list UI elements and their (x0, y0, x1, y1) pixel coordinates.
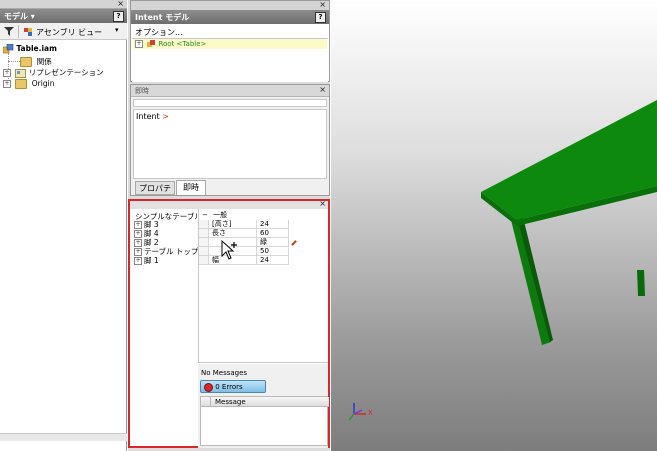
assembly-view-icon (24, 28, 32, 36)
tab-properties[interactable]: プロパティ (135, 181, 175, 206)
assembly-icon (147, 40, 156, 47)
property-row[interactable]: 緑 (199, 238, 299, 247)
tree-item-label: Table.iam (16, 44, 57, 53)
immediate-input-strip[interactable] (133, 99, 327, 107)
row-gutter (199, 247, 209, 256)
row-gutter (199, 238, 209, 247)
expand-icon[interactable]: + (135, 40, 143, 48)
model-browser-titlebar: モデル ▾ ? (0, 9, 127, 23)
representations-icon (15, 68, 27, 78)
intent-model-title: Intent モデル (135, 13, 190, 22)
errors-label: 0 Errors (215, 383, 243, 391)
immediate-panel: 即時 × Intent > プロパティ 即時 (130, 84, 330, 206)
prompt-caret-icon: > (162, 112, 169, 121)
error-icon (204, 382, 213, 392)
close-icon[interactable]: × (117, 0, 124, 8)
tree-item-representations[interactable]: + リプレゼンテーション (3, 67, 104, 78)
assembly-view-dropdown[interactable]: アセンブリ ビュー (36, 27, 102, 38)
model-browser-title[interactable]: モデル ▾ (4, 11, 35, 22)
table-leg (511, 218, 551, 345)
panel-scrollbar-track (0, 433, 127, 441)
immediate-titlebar: 即時 × (131, 85, 329, 97)
close-icon[interactable]: × (319, 85, 326, 94)
tree-item-table-iam[interactable]: Table.iam (2, 43, 57, 54)
group-header[interactable]: − 一般 (199, 210, 329, 219)
close-icon[interactable]: × (319, 0, 326, 9)
part-item[interactable]: + 脚 1 (134, 255, 159, 266)
errors-button[interactable]: 0 Errors (200, 380, 266, 393)
chevron-down-icon[interactable]: ▾ (115, 26, 119, 34)
design-panel: × シンプルなテーブル + 脚 3 + 脚 4 + 脚 2 + テーブル トップ + 脚 … (128, 199, 330, 448)
help-icon[interactable]: ? (113, 11, 124, 22)
tree-item-label: リプレゼンテーション (28, 68, 104, 77)
help-icon[interactable]: ? (315, 12, 326, 23)
panel-top-strip: × (131, 0, 329, 10)
message-header-label: Message (215, 398, 246, 406)
property-row[interactable]: 幅 24 (199, 256, 299, 265)
expand-icon[interactable]: + (3, 80, 11, 88)
row-gutter (199, 229, 209, 238)
folder-icon (15, 79, 28, 89)
panel-top-strip: × (0, 0, 127, 9)
model-browser-toolbar: アセンブリ ビュー ▾ (0, 23, 127, 40)
no-messages-label: No Messages (201, 369, 248, 377)
property-grid: − 一般 [高さ] 24 長さ 60 緑 50 幅 24 (198, 209, 328, 363)
expand-icon[interactable]: + (3, 69, 11, 77)
property-row[interactable]: 長さ 60 (199, 229, 299, 238)
toolbar-separator (18, 25, 19, 38)
immediate-title: 即時 (135, 87, 149, 95)
collapse-icon[interactable]: − (202, 211, 208, 219)
table-top (481, 100, 657, 220)
tree-item-root[interactable]: + Root <Table> (133, 39, 327, 49)
property-value[interactable]: 24 (257, 256, 289, 265)
row-gutter (199, 256, 209, 265)
tree-item-label: Origin (31, 79, 55, 88)
message-column-header[interactable]: Message (201, 397, 329, 407)
axis-triad-icon (348, 403, 366, 421)
property-name: 長さ (209, 229, 257, 238)
panel-top-strip: × (130, 199, 328, 209)
tree-item-relationships[interactable]: 関係 (8, 56, 52, 67)
cursor-icon (221, 240, 237, 260)
header-spacer (201, 397, 211, 407)
prompt-text: Intent (136, 112, 160, 121)
property-value[interactable]: 緑 (257, 238, 289, 247)
options-menu[interactable]: オプション... (135, 27, 183, 38)
table-model[interactable] (331, 0, 657, 451)
property-value[interactable]: 60 (257, 229, 289, 238)
group-label: 一般 (213, 211, 228, 219)
message-table: Message (200, 396, 329, 446)
immediate-output-area[interactable]: Intent > (133, 109, 327, 179)
edit-pencil-icon[interactable] (291, 240, 297, 246)
part-label: 脚 1 (144, 256, 159, 265)
property-row[interactable]: [高さ] 24 (199, 220, 299, 229)
intent-model-titlebar: Intent モデル ? (131, 10, 329, 24)
model-browser-panel: × モデル ▾ ? アセンブリ ビュー ▾ Table.iam 関係 + リプレ… (0, 0, 127, 451)
property-name: [高さ] (209, 220, 257, 229)
root-label: Root <Table> (158, 40, 207, 48)
table-leg-shadow (517, 217, 553, 342)
property-row[interactable]: 50 (199, 247, 299, 256)
property-value[interactable]: 24 (257, 220, 289, 229)
tree-connector (8, 61, 22, 62)
expand-icon[interactable]: + (134, 257, 142, 265)
axis-x-label: X (368, 409, 373, 417)
row-gutter (199, 220, 209, 229)
close-icon[interactable]: × (319, 199, 326, 208)
filter-icon[interactable] (4, 27, 14, 36)
immediate-prompt: Intent > (136, 112, 169, 121)
tab-immediate[interactable]: 即時 (176, 180, 206, 195)
property-value[interactable]: 50 (257, 247, 289, 256)
tree-item-label: 関係 (36, 57, 52, 66)
tree-item-origin[interactable]: + Origin (3, 79, 54, 89)
viewport-3d[interactable]: X (331, 0, 657, 451)
folder-icon (20, 57, 33, 67)
intent-model-panel: × Intent モデル ? オプション... + Root <Table> (130, 0, 330, 82)
table-leg (637, 270, 645, 296)
